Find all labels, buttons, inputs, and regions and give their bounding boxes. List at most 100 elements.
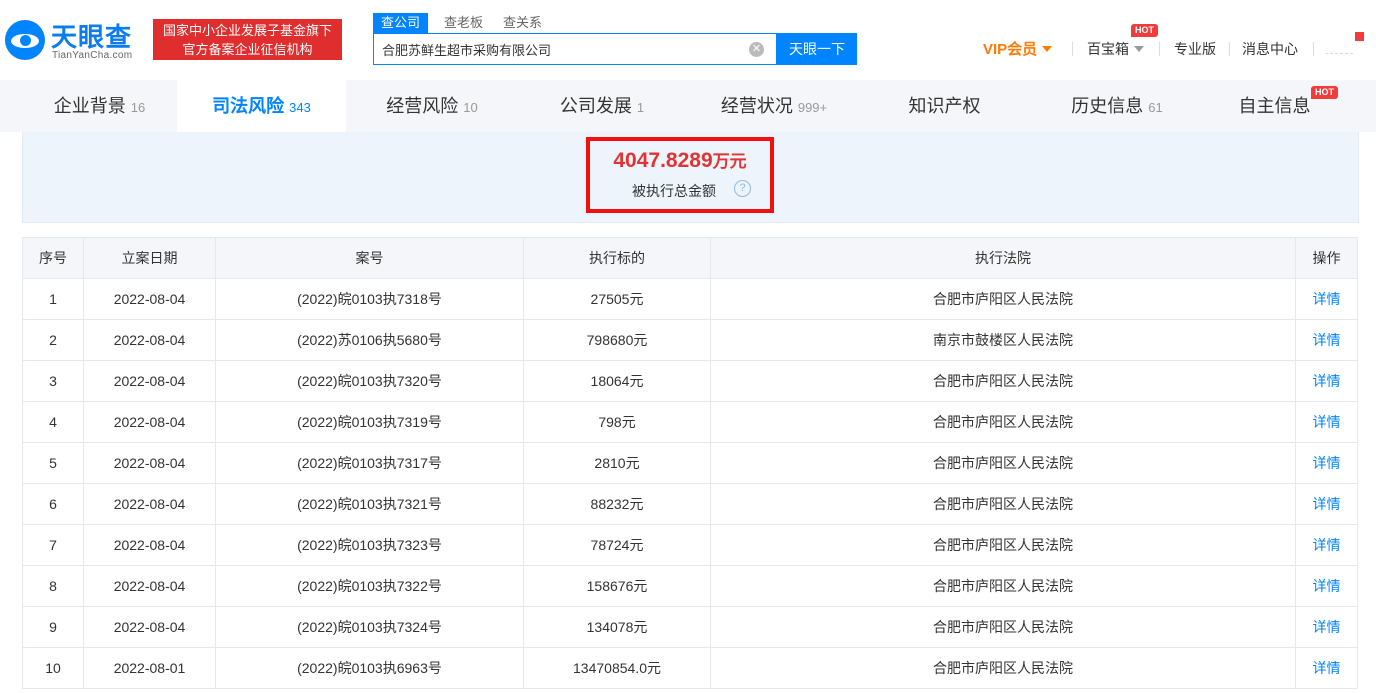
tab-label: 经营状况 <box>720 96 793 116</box>
execution-target: 798元 <box>523 401 711 443</box>
tab-enterprise-background[interactable]: 企业背景 16 <box>22 80 177 132</box>
detail-link[interactable]: 详情 <box>1295 442 1358 484</box>
table-row: 7 2022-08-04 (2022)皖0103执7323号 78724元 合肥市庐阳区… <box>22 524 1358 566</box>
execution-target: 88232元 <box>523 483 711 525</box>
nav-divider <box>1313 42 1314 56</box>
row-index: 9 <box>22 606 84 648</box>
table-row: 5 2022-08-04 (2022)皖0103执7317号 2810元 合肥市庐阳区人… <box>22 442 1358 484</box>
case-number: (2022)皖0103执7324号 <box>215 606 524 648</box>
tab-count: 16 <box>130 100 146 115</box>
case-number: (2022)皖0103执7322号 <box>215 565 524 607</box>
enforcement-table: 序号 立案日期 案号 执行标的 执行法院 操作 1 2022-08-04 (2022… <box>22 237 1358 689</box>
filing-date: 2022-08-04 <box>83 524 216 566</box>
table-header-row: 序号 立案日期 案号 执行标的 执行法院 操作 <box>22 237 1358 279</box>
tab-label: 司法风险 <box>212 96 285 116</box>
tab-history-info[interactable]: 历史信息 61 <box>1032 80 1202 132</box>
treasure-box-label: 百宝箱 <box>1087 41 1129 57</box>
filing-date: 2022-08-04 <box>83 319 216 361</box>
table-row: 10 2022-08-01 (2022)皖0103执6963号 13470854.0元… <box>22 647 1358 689</box>
tab-company-development[interactable]: 公司发展 1 <box>518 80 686 132</box>
execution-target: 18064元 <box>523 360 711 402</box>
search-box: ✕ <box>373 33 777 65</box>
total-amount-highlight: 4047.8289万元 被执行总金额 ? <box>586 137 774 213</box>
detail-link[interactable]: 详情 <box>1295 606 1358 648</box>
tab-judicial-risk[interactable]: 司法风险 343 <box>177 80 346 132</box>
tab-label: 企业背景 <box>53 96 126 116</box>
execution-target: 134078元 <box>523 606 711 648</box>
header-filing-date: 立案日期 <box>83 237 216 279</box>
execution-target: 13470854.0元 <box>523 647 711 689</box>
tab-intellectual-property[interactable]: 知识产权 <box>862 80 1032 132</box>
treasure-box-menu[interactable]: 百宝箱 <box>1087 38 1144 60</box>
row-index: 2 <box>22 319 84 361</box>
detail-link[interactable]: 详情 <box>1295 524 1358 566</box>
search-button[interactable]: 天眼一下 <box>777 33 857 65</box>
badge-line-1: 国家中小企业发展子基金旗下 <box>162 23 332 38</box>
tab-count: 343 <box>289 100 311 115</box>
nav-divider <box>1229 42 1230 56</box>
case-number: (2022)苏0106执5680号 <box>215 319 524 361</box>
filing-date: 2022-08-04 <box>83 278 216 320</box>
filing-date: 2022-08-04 <box>83 483 216 525</box>
search-input[interactable] <box>382 34 742 64</box>
search-tab-company[interactable]: 查公司 <box>373 13 429 33</box>
message-center-link[interactable]: 消息中心 <box>1242 38 1298 60</box>
detail-link[interactable]: 详情 <box>1295 360 1358 402</box>
search-tab-boss[interactable]: 查老板 <box>444 13 483 33</box>
row-index: 7 <box>22 524 84 566</box>
tianyancha-logo[interactable]: 天眼查 TianYanCha.com <box>5 16 145 64</box>
help-icon[interactable]: ? <box>734 180 751 197</box>
tab-label: 公司发展 <box>559 96 632 116</box>
case-number: (2022)皖0103执7318号 <box>215 278 524 320</box>
tab-count: 10 <box>463 100 478 115</box>
detail-link[interactable]: 详情 <box>1295 278 1358 320</box>
court-name: 合肥市庐阳区人民法院 <box>710 606 1296 648</box>
filing-date: 2022-08-04 <box>83 442 216 484</box>
detail-link[interactable]: 详情 <box>1295 565 1358 607</box>
execution-target: 798680元 <box>523 319 711 361</box>
tab-label: 知识产权 <box>908 96 981 116</box>
clear-icon[interactable]: ✕ <box>749 42 764 57</box>
vip-label: VIP会员 <box>983 41 1038 58</box>
detail-link[interactable]: 详情 <box>1295 483 1358 525</box>
case-number: (2022)皖0103执7321号 <box>215 483 524 525</box>
execution-target: 27505元 <box>523 278 711 320</box>
detail-link[interactable]: 详情 <box>1295 319 1358 361</box>
table-row: 9 2022-08-04 (2022)皖0103执7324号 134078元 合肥市庐阳… <box>22 606 1358 648</box>
header-case-number: 案号 <box>215 237 524 279</box>
total-amount-unit: 万元 <box>712 152 747 171</box>
pro-edition-link[interactable]: 专业版 <box>1174 38 1216 60</box>
vip-menu[interactable]: VIP会员 <box>983 38 1053 60</box>
eye-logo-icon <box>5 20 45 60</box>
total-amount-value: 4047.8289 <box>613 149 713 172</box>
detail-link[interactable]: 详情 <box>1295 647 1358 689</box>
search-tab-relation[interactable]: 查关系 <box>503 13 542 33</box>
table-body: 1 2022-08-04 (2022)皖0103执7318号 27505元 合肥市庐阳区… <box>22 278 1358 689</box>
row-index: 5 <box>22 442 84 484</box>
hot-badge: HOT <box>1131 24 1158 37</box>
execution-target: 2810元 <box>523 442 711 484</box>
tab-label: 自主信息 <box>1238 96 1311 116</box>
row-index: 10 <box>22 647 84 689</box>
table-row: 8 2022-08-04 (2022)皖0103执7322号 158676元 合肥市庐阳… <box>22 565 1358 607</box>
table-row: 1 2022-08-04 (2022)皖0103执7318号 27505元 合肥市庐阳区… <box>22 278 1358 320</box>
court-name: 合肥市庐阳区人民法院 <box>710 565 1296 607</box>
court-name: 南京市鼓楼区人民法院 <box>710 319 1296 361</box>
row-index: 1 <box>22 278 84 320</box>
tab-label: 经营风险 <box>386 96 459 116</box>
tab-count: 1 <box>636 100 645 115</box>
user-name-placeholder <box>1325 42 1353 54</box>
execution-target: 78724元 <box>523 524 711 566</box>
nav-divider <box>1072 42 1073 56</box>
detail-link[interactable]: 详情 <box>1295 401 1358 443</box>
filing-date: 2022-08-04 <box>83 565 216 607</box>
total-amount-label: 被执行总金额 <box>632 183 716 199</box>
table-row: 6 2022-08-04 (2022)皖0103执7321号 88232元 合肥市庐阳区… <box>22 483 1358 525</box>
tab-label: 历史信息 <box>1071 96 1144 116</box>
badge-line-2: 官方备案企业征信机构 <box>182 42 313 57</box>
tab-operating-risk[interactable]: 经营风险 10 <box>346 80 518 132</box>
table-row: 4 2022-08-04 (2022)皖0103执7319号 798元 合肥市庐阳区人民… <box>22 401 1358 443</box>
user-menu[interactable] <box>1325 32 1365 58</box>
tab-count: 61 <box>1148 100 1163 115</box>
tab-operating-status[interactable]: 经营状况 999+ <box>686 80 862 132</box>
